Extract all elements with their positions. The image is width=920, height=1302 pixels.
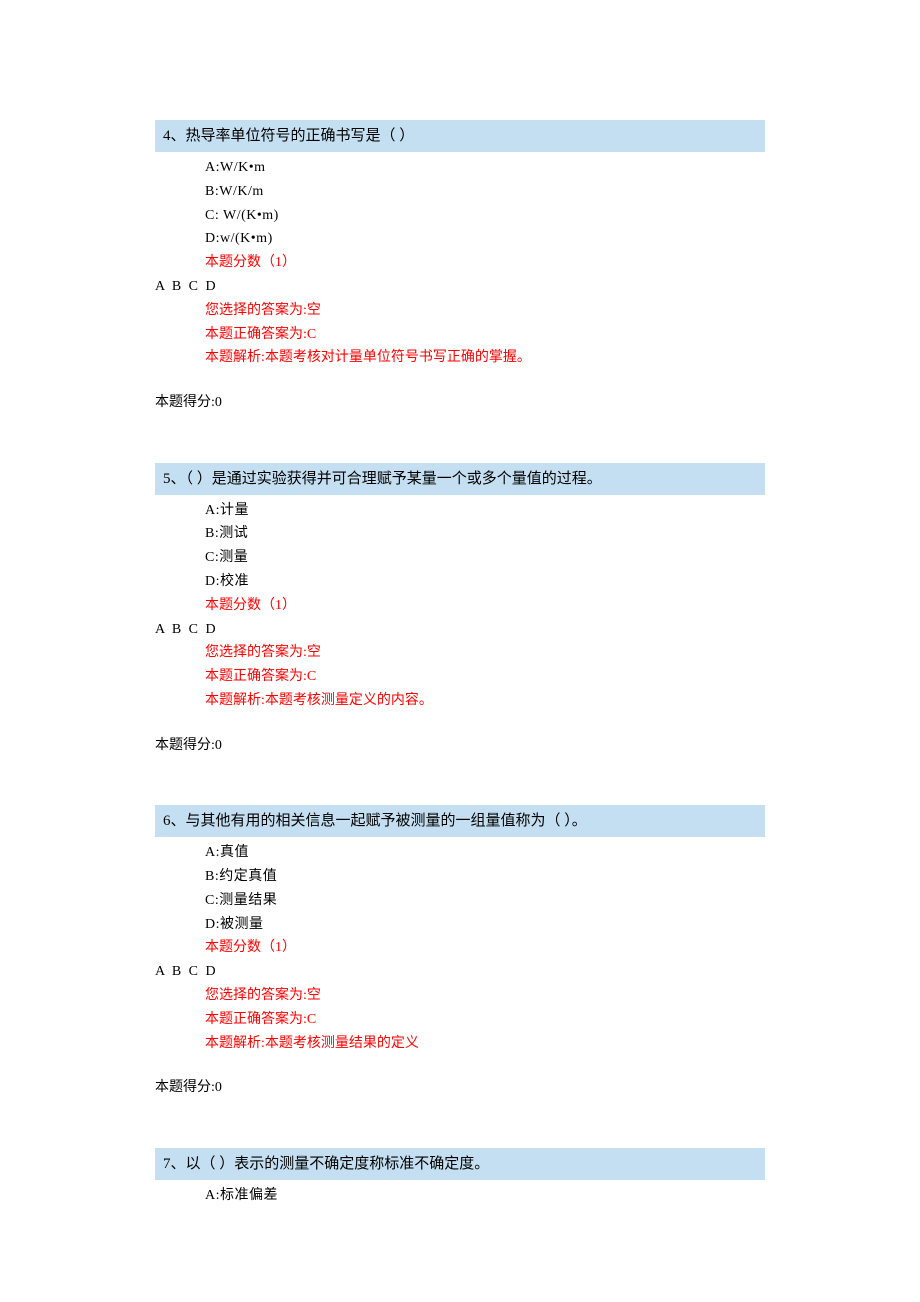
score: 本题得分:0 xyxy=(155,735,765,757)
correct-answer: 本题正确答案为:C xyxy=(155,665,765,689)
question-header: 7、以（ ）表示的测量不确定度称标准不确定度。 xyxy=(155,1148,765,1180)
score: 本题得分:0 xyxy=(155,1077,765,1099)
question-block-5: 5、（ ）是通过实验获得并可合理赋予某量一个或多个量值的过程。 A:计量 B:测… xyxy=(155,463,765,758)
abcd-choices: A B C D xyxy=(155,275,765,299)
option-b: B:测试 xyxy=(155,522,765,546)
points-label: 本题分数（1） xyxy=(155,594,765,618)
correct-answer: 本题正确答案为:C xyxy=(155,1008,765,1032)
option-d: D:校准 xyxy=(155,570,765,594)
points-label: 本题分数（1） xyxy=(155,251,765,275)
question-block-6: 6、与其他有用的相关信息一起赋予被测量的一组量值称为（ ）。 A:真值 B:约定… xyxy=(155,805,765,1100)
selected-answer: 您选择的答案为:空 xyxy=(155,641,765,665)
option-d: D:w/(K•m) xyxy=(155,227,765,251)
option-c: C:测量 xyxy=(155,546,765,570)
analysis: 本题解析:本题考核测量定义的内容。 xyxy=(155,689,765,713)
selected-answer: 您选择的答案为:空 xyxy=(155,299,765,323)
selected-answer: 您选择的答案为:空 xyxy=(155,984,765,1008)
abcd-choices: A B C D xyxy=(155,960,765,984)
question-header: 5、（ ）是通过实验获得并可合理赋予某量一个或多个量值的过程。 xyxy=(155,463,765,495)
question-block-7: 7、以（ ）表示的测量不确定度称标准不确定度。 A:标准偏差 xyxy=(155,1148,765,1208)
correct-answer: 本题正确答案为:C xyxy=(155,323,765,347)
abcd-choices: A B C D xyxy=(155,618,765,642)
question-header: 6、与其他有用的相关信息一起赋予被测量的一组量值称为（ ）。 xyxy=(155,805,765,837)
option-a: A:计量 xyxy=(155,499,765,523)
option-a: A:真值 xyxy=(155,841,765,865)
points-label: 本题分数（1） xyxy=(155,936,765,960)
option-b: B:W/K/m xyxy=(155,180,765,204)
option-a: A:标准偏差 xyxy=(155,1184,765,1208)
option-d: D:被测量 xyxy=(155,913,765,937)
option-c: C:测量结果 xyxy=(155,889,765,913)
score: 本题得分:0 xyxy=(155,392,765,414)
question-header: 4、热导率单位符号的正确书写是（ ） xyxy=(155,120,765,152)
analysis: 本题解析:本题考核对计量单位符号书写正确的掌握。 xyxy=(155,346,765,370)
analysis: 本题解析:本题考核测量结果的定义 xyxy=(155,1032,765,1056)
option-c: C: W/(K•m) xyxy=(155,204,765,228)
question-block-4: 4、热导率单位符号的正确书写是（ ） A:W/K•m B:W/K/m C: W/… xyxy=(155,120,765,415)
option-a: A:W/K•m xyxy=(155,156,765,180)
option-b: B:约定真值 xyxy=(155,865,765,889)
